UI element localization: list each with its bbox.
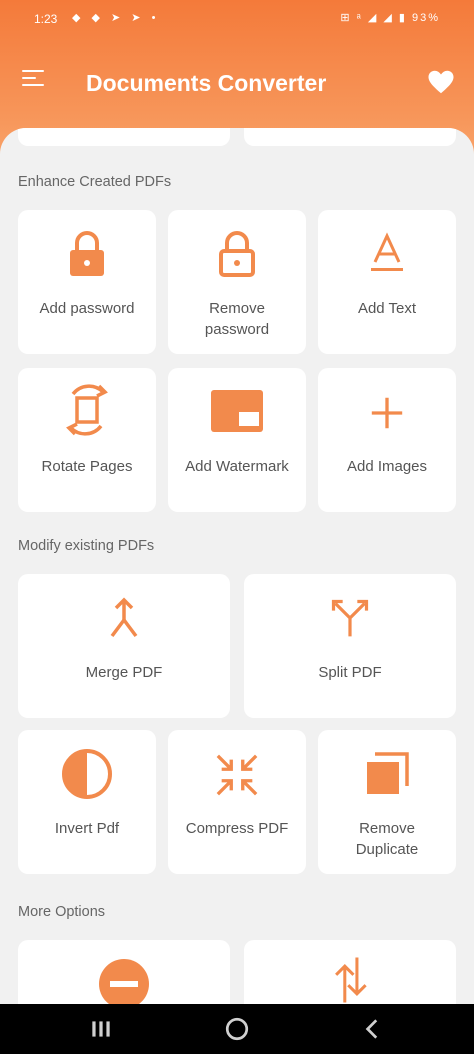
partial-card-left[interactable] (18, 128, 230, 146)
add-watermark-button[interactable]: Add Watermark (168, 368, 306, 512)
swap-option-button[interactable] (244, 940, 456, 1004)
heart-icon[interactable] (426, 67, 456, 97)
lock-icon (70, 231, 104, 276)
battery-level: 93% (411, 12, 440, 24)
merge-pdf-button[interactable]: Merge PDF (18, 574, 230, 718)
unlock-icon (219, 231, 255, 277)
swap-vertical-icon (335, 957, 367, 1003)
app-title: Documents Converter (86, 70, 327, 96)
status-time: 1:23 (34, 12, 58, 26)
rotate-pages-label: Rotate Pages (41, 458, 133, 475)
hamburger-menu-icon[interactable] (22, 70, 48, 94)
split-icon (331, 599, 369, 637)
split-pdf-button[interactable]: Split PDF (244, 574, 456, 718)
status-right: ⊞ ᵃ ◢ ◢ ▮ 93% (340, 11, 440, 24)
add-text-label: Add Text (357, 300, 417, 317)
plus-icon (371, 397, 403, 429)
app-bar: Documents Converter (0, 50, 474, 114)
remove-duplicate-label: Remove Duplicate (355, 820, 419, 858)
add-images-button[interactable]: Add Images (318, 368, 456, 512)
section-title-more: More Options (18, 904, 106, 920)
section-title-modify: Modify existing PDFs (18, 538, 155, 554)
remove-circle-icon (99, 959, 149, 1004)
partial-card-right[interactable] (244, 128, 456, 146)
remove-password-label: Remove password (204, 300, 270, 338)
add-password-button[interactable]: Add password (18, 210, 156, 354)
invert-pdf-button[interactable]: Invert Pdf (18, 730, 156, 874)
text-format-icon (371, 232, 403, 271)
duplicate-icon (367, 752, 409, 794)
remove-password-button[interactable]: Remove password (168, 210, 306, 354)
merge-pdf-label: Merge PDF (85, 664, 163, 681)
remove-duplicate-button[interactable]: Remove Duplicate (318, 730, 456, 874)
add-watermark-label: Add Watermark (185, 458, 289, 475)
rotate-pages-button[interactable]: Rotate Pages (18, 368, 156, 512)
section-title-enhance: Enhance Created PDFs (18, 174, 172, 190)
merge-icon (110, 597, 138, 638)
system-icons: ⊞ ᵃ ◢ ◢ ▮ (340, 12, 407, 24)
back-icon[interactable] (360, 1016, 386, 1042)
add-images-label: Add Images (346, 458, 428, 475)
invert-icon (62, 749, 112, 799)
compress-icon (216, 754, 258, 796)
status-bar: 1:23 ◆ ◆ ➤ ➤ • ⊞ ᵃ ◢ ◢ ▮ 93% (0, 0, 474, 40)
home-icon[interactable] (224, 1016, 250, 1042)
system-navigation-bar (0, 1004, 474, 1054)
split-pdf-label: Split PDF (318, 664, 382, 681)
remove-option-button[interactable] (18, 940, 230, 1004)
compress-pdf-button[interactable]: Compress PDF (168, 730, 306, 874)
add-text-button[interactable]: Add Text (318, 210, 456, 354)
invert-pdf-label: Invert Pdf (54, 820, 120, 837)
add-password-label: Add password (39, 300, 135, 317)
recents-icon[interactable] (88, 1016, 114, 1042)
watermark-icon (211, 390, 263, 432)
rotate-icon (66, 384, 108, 436)
main-content[interactable]: Enhance Created PDFs Add password Remove… (0, 128, 474, 1004)
notification-icons: ◆ ◆ ➤ ➤ • (72, 12, 160, 24)
compress-pdf-label: Compress PDF (185, 820, 289, 837)
